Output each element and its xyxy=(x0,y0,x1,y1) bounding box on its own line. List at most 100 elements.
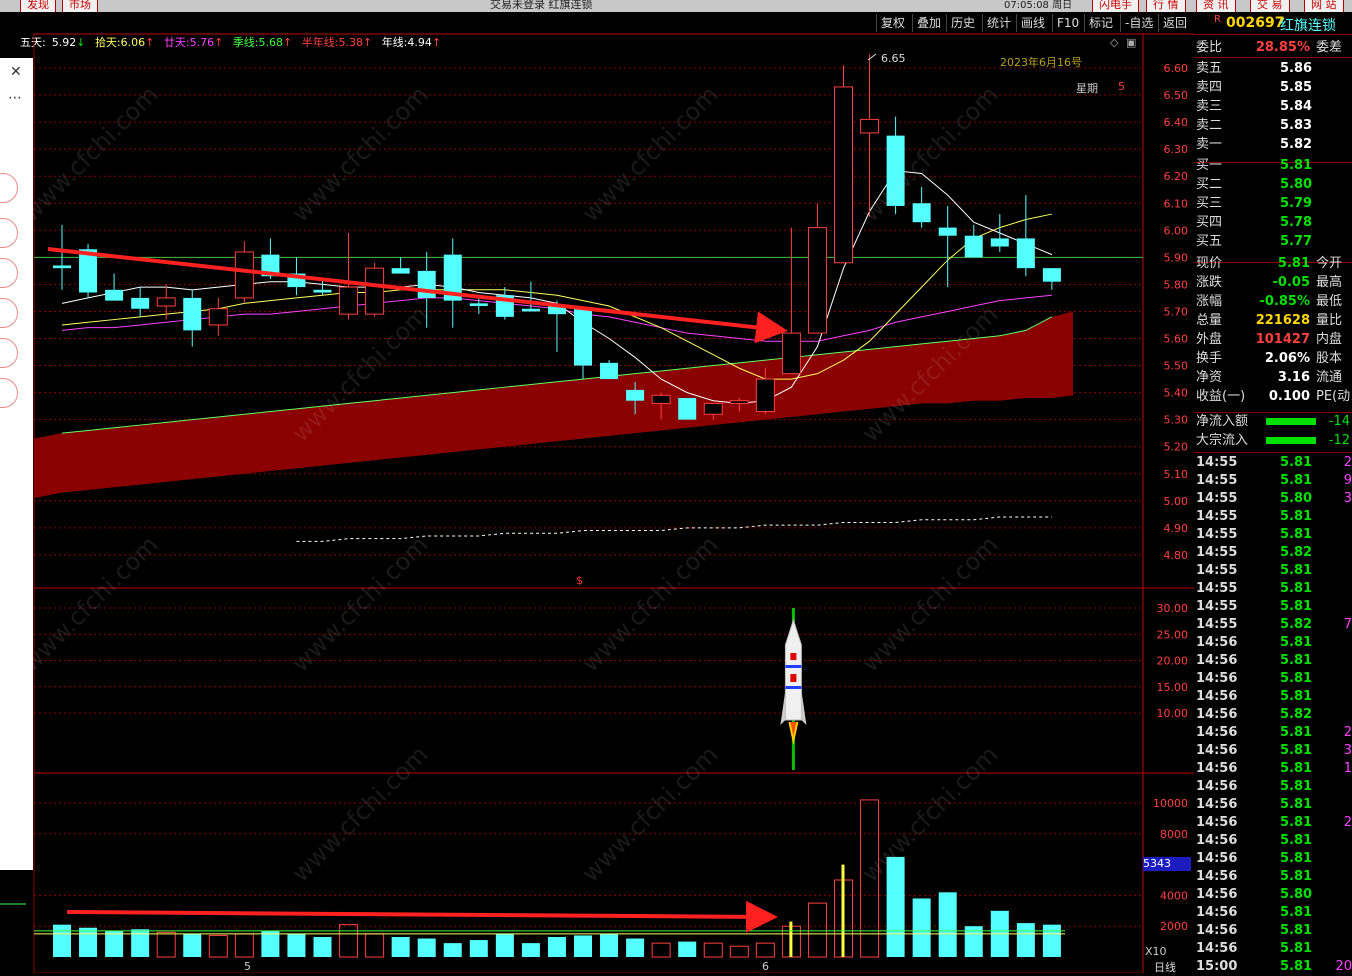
candle-body xyxy=(860,118,880,134)
circle-icon[interactable] xyxy=(0,378,18,408)
x-label-month-6: 6 xyxy=(762,960,769,973)
price-tick-label: 6.30 xyxy=(1164,143,1189,156)
tick-row: 14:56 5.81 xyxy=(1196,779,1313,794)
candle-body xyxy=(886,135,905,206)
circle-icon[interactable] xyxy=(0,338,18,368)
volume-bar xyxy=(208,934,228,958)
volume-bar xyxy=(678,941,697,957)
volume-bar xyxy=(287,933,306,957)
volume-bar xyxy=(729,945,749,958)
circle-icon[interactable] xyxy=(0,218,18,248)
tick-row: 14:56 5.81 xyxy=(1196,851,1313,866)
volume-bar xyxy=(886,856,905,957)
volume-scale-badge: 5343 xyxy=(1143,857,1191,871)
ma-band-fill xyxy=(34,311,1073,499)
volume-bars xyxy=(0,799,1065,958)
stat-row: 换手 2.06% 股本 xyxy=(1196,351,1343,366)
volume-bar xyxy=(938,892,957,957)
circle-icon[interactable] xyxy=(0,298,18,328)
price-tick-label: 6.50 xyxy=(1164,89,1189,102)
candle-body xyxy=(807,227,827,334)
volume-bar xyxy=(261,930,280,957)
more-icon[interactable]: ⋯ xyxy=(8,90,22,106)
candle-body xyxy=(781,332,801,375)
tick-row: 15:00 5.81 20 xyxy=(1196,959,1352,974)
price-tick-label: 6.00 xyxy=(1164,224,1189,237)
stock-code: 002697 xyxy=(1226,15,1285,31)
candle-body xyxy=(912,203,931,223)
diamond-icon[interactable]: ◇ xyxy=(1110,36,1118,49)
candle-body xyxy=(469,303,488,307)
tick-row: 14:55 5.81 xyxy=(1196,581,1313,596)
tick-row: 14:56 5.82 xyxy=(1196,707,1313,722)
volume-highlight-bar xyxy=(841,864,845,957)
volume-bar xyxy=(547,936,566,957)
tick-row: 14:56 5.81 xyxy=(1196,905,1313,920)
price-tick-label: 5.90 xyxy=(1164,251,1189,264)
candle-body xyxy=(626,389,645,401)
volume-bar xyxy=(417,938,436,957)
candle-body xyxy=(834,86,853,264)
price-tick-label: 5.00 xyxy=(1164,495,1189,508)
candle-body xyxy=(417,270,436,298)
stat-row: 涨跌 -0.05 最高 xyxy=(1196,275,1343,290)
volume-bar xyxy=(1016,923,1035,957)
candle-body xyxy=(313,289,332,293)
high-marker: 6.65 xyxy=(881,52,906,65)
volume-bar xyxy=(391,936,410,957)
price-tick-label: 5.40 xyxy=(1164,387,1189,400)
tick-row: 14:55 5.80 3 xyxy=(1196,491,1352,506)
stat-row: 收益(一) 0.100 PE(动 xyxy=(1196,389,1351,404)
price-tick-label: 6.20 xyxy=(1164,170,1189,183)
candle-body xyxy=(964,235,983,258)
candle-body xyxy=(678,398,697,420)
close-icon[interactable]: ✕ xyxy=(10,64,22,80)
dollar-marker: $ xyxy=(576,574,583,587)
price-tick-label: 5.20 xyxy=(1164,441,1189,454)
price-tick-label: 4.80 xyxy=(1164,549,1189,562)
side-panel: ✕ ⋯ xyxy=(0,58,33,870)
candle-body xyxy=(755,378,775,413)
volume-multiplier: X10 xyxy=(1145,945,1167,958)
volume-bar xyxy=(755,942,775,958)
volume-bar xyxy=(912,898,931,957)
volume-bar xyxy=(574,935,592,957)
candle-body xyxy=(234,251,254,299)
flow-row: 净流入额 -14 xyxy=(1196,414,1350,429)
tick-row: 14:56 5.81 xyxy=(1196,923,1313,938)
ask-row: 卖一 5.82 xyxy=(1196,137,1313,152)
tick-row: 14:56 5.81 xyxy=(1196,635,1313,650)
panel-divider xyxy=(1194,57,1352,58)
volume-bar xyxy=(521,943,540,957)
stat-row: 涨幅 -0.85% 最低 xyxy=(1196,294,1343,309)
restore-icon[interactable]: ▣ xyxy=(1126,36,1136,49)
weekday-label: 星期 xyxy=(1076,82,1098,95)
volume-bar xyxy=(807,902,827,958)
ask-row: 卖二 5.83 xyxy=(1196,118,1313,133)
kline-chart[interactable]: 6.60 6.50 6.40 6.30 6.20 6.10 6.00 5.90 5.80 5.70… xyxy=(0,0,1194,973)
ma250-line xyxy=(296,516,1052,542)
ask-row: 卖五 5.86 xyxy=(1196,61,1313,76)
volume-bar xyxy=(365,933,385,958)
indicator-tick-label: 25.00 xyxy=(1157,628,1189,641)
top-button-news[interactable]: 资 讯 xyxy=(1196,0,1236,12)
bid-row: 买四 5.78 xyxy=(1196,215,1313,230)
candle-body xyxy=(600,362,619,380)
bid-row: 买一 5.81 xyxy=(1196,158,1313,173)
candle-body xyxy=(156,297,176,307)
top-button-trade[interactable]: 交 易 xyxy=(1250,0,1290,12)
candle-body xyxy=(1016,238,1035,269)
volume-bar xyxy=(495,933,514,957)
stat-row: 外盘 101427 内盘 xyxy=(1196,332,1343,347)
bid-row: 买三 5.79 xyxy=(1196,196,1313,211)
circle-icon[interactable] xyxy=(0,173,18,203)
volume-tick-label: 4000 xyxy=(1160,889,1188,902)
price-tick-label: 5.70 xyxy=(1164,305,1189,318)
tick-row: 14:56 5.80 xyxy=(1196,887,1313,902)
circle-icon[interactable] xyxy=(0,258,18,288)
top-button-website[interactable]: 网 站 xyxy=(1304,0,1344,12)
annotations xyxy=(47,53,877,933)
tick-row: 14:55 5.82 xyxy=(1196,545,1313,560)
candle-body xyxy=(521,308,540,312)
ask-row: 卖四 5.85 xyxy=(1196,80,1313,95)
